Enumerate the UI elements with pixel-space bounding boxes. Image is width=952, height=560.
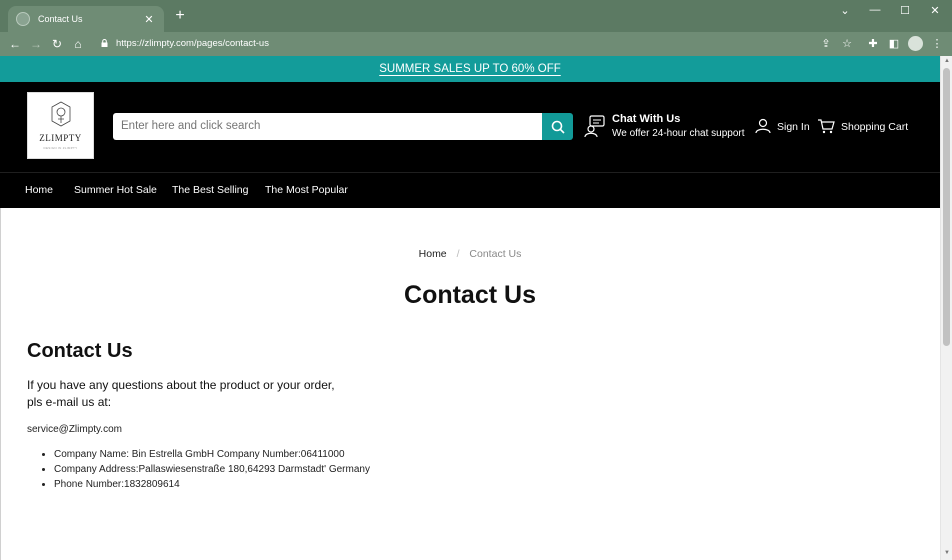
page-title: Contact Us: [404, 281, 536, 309]
browser-tab[interactable]: Contact Us ✕: [8, 6, 164, 32]
breadcrumb-home[interactable]: Home: [419, 248, 447, 260]
scrollbar-thumb[interactable]: [943, 68, 950, 346]
back-icon[interactable]: ←: [6, 34, 24, 54]
promo-text[interactable]: SUMMER SALES UP TO 60% OFF: [379, 63, 561, 75]
section-title: Contact Us: [27, 340, 133, 362]
breadcrumb-current: Contact Us: [469, 248, 522, 260]
contact-email: service@Zlimpty.com: [27, 424, 122, 435]
page-scrollbar[interactable]: ▲ ▼: [940, 56, 952, 560]
forward-icon[interactable]: →: [27, 34, 45, 54]
close-tab-icon[interactable]: ✕: [142, 13, 156, 26]
reload-icon[interactable]: ↻: [48, 34, 66, 54]
logo-text: ZLIMPTY: [39, 133, 82, 143]
nav-item-most-popular[interactable]: The Most Popular: [265, 184, 348, 196]
list-item: Company Address:Pallaswiesenstraße 180,6…: [54, 464, 370, 479]
side-panel-icon[interactable]: ◧: [886, 36, 902, 52]
favicon-icon: [16, 12, 30, 26]
breadcrumb-separator: /: [456, 248, 460, 260]
list-item: Phone Number:1832809614: [54, 479, 370, 494]
promo-banner[interactable]: SUMMER SALES UP TO 60% OFF: [0, 56, 940, 82]
window-close-icon[interactable]: ✕: [925, 4, 945, 17]
breadcrumb: Home / Contact Us: [0, 248, 940, 260]
browser-titlebar: Contact Us ✕ + ⌄ — ☐ ✕: [0, 0, 952, 32]
tab-title: Contact Us: [38, 14, 83, 24]
page-edge: [0, 208, 1, 560]
scroll-up-icon[interactable]: ▲: [943, 58, 951, 66]
search-icon: [551, 120, 565, 134]
shopping-cart-icon[interactable]: [817, 118, 835, 134]
nav-divider: [0, 172, 940, 173]
site-logo[interactable]: ZLIMPTY DESIGN IN ZLIMPTY: [27, 92, 94, 159]
nav-item-summer-hot-sale[interactable]: Summer Hot Sale: [74, 184, 157, 196]
lock-icon: [101, 39, 108, 47]
search-button[interactable]: [542, 113, 573, 140]
site-header: ZLIMPTY DESIGN IN ZLIMPTY Chat With Us W…: [0, 82, 940, 208]
chat-subtitle: We offer 24-hour chat support: [612, 128, 745, 139]
bookmark-star-icon[interactable]: ☆: [839, 36, 855, 52]
menu-icon[interactable]: ⋮: [929, 36, 945, 52]
contact-intro: If you have any questions about the prod…: [27, 378, 335, 409]
logo-subtext: DESIGN IN ZLIMPTY: [43, 146, 78, 150]
address-bar[interactable]: https://zlimpty.com/pages/contact-us: [116, 38, 269, 49]
search-input[interactable]: [113, 113, 542, 140]
logo-emblem-icon: [51, 101, 71, 127]
sign-in-link[interactable]: Sign In: [777, 121, 810, 133]
company-info-list: Company Name: Bin Estrella GmbH Company …: [54, 449, 370, 494]
maximize-icon[interactable]: ☐: [895, 4, 915, 17]
share-icon[interactable]: ⇪: [818, 36, 834, 52]
new-tab-icon[interactable]: +: [172, 8, 188, 24]
profile-avatar[interactable]: [908, 36, 923, 51]
user-icon[interactable]: [755, 118, 771, 134]
chat-support-icon[interactable]: [584, 114, 606, 138]
browser-toolbar: ← → ↻ ⌂ https://zlimpty.com/pages/contac…: [0, 32, 952, 56]
tab-search-icon[interactable]: ⌄: [835, 4, 855, 17]
extensions-icon[interactable]: ✚: [865, 36, 881, 52]
minimize-icon[interactable]: —: [865, 4, 885, 16]
home-icon[interactable]: ⌂: [69, 34, 87, 54]
shopping-cart-link[interactable]: Shopping Cart: [841, 121, 908, 133]
nav-item-home[interactable]: Home: [25, 184, 53, 196]
chat-title[interactable]: Chat With Us: [612, 113, 680, 125]
scroll-down-icon[interactable]: ▼: [943, 550, 951, 558]
nav-item-best-selling[interactable]: The Best Selling: [172, 184, 248, 196]
list-item: Company Name: Bin Estrella GmbH Company …: [54, 449, 370, 464]
